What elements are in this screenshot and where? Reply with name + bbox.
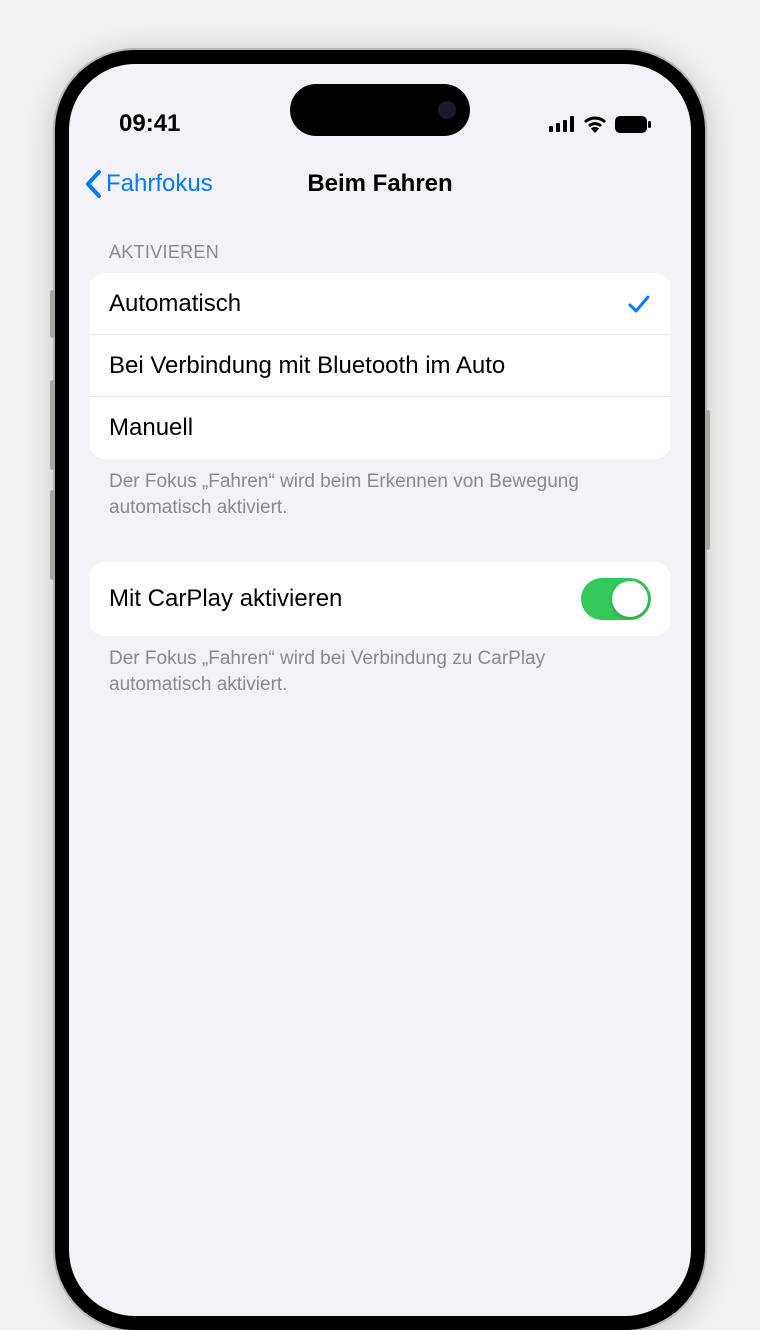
volume-down-button	[50, 490, 55, 580]
page-title: Beim Fahren	[307, 170, 452, 198]
spacer	[89, 520, 671, 562]
carplay-toggle[interactable]	[581, 578, 651, 620]
back-button[interactable]: Fahrfokus	[85, 170, 213, 198]
section-footer-carplay: Der Fokus „Fahren“ wird bei Verbindung z…	[89, 636, 671, 697]
option-label: Automatisch	[109, 290, 241, 318]
carplay-label: Mit CarPlay aktivieren	[109, 585, 342, 613]
back-label: Fahrfokus	[106, 170, 213, 198]
dynamic-island	[290, 84, 470, 136]
phone-frame: 09:41	[55, 50, 705, 1330]
side-button	[50, 290, 55, 338]
option-automatic[interactable]: Automatisch	[89, 273, 671, 335]
camera-icon	[438, 101, 456, 119]
option-bluetooth[interactable]: Bei Verbindung mit Bluetooth im Auto	[89, 335, 671, 397]
activate-options-group: Automatisch Bei Verbindung mit Bluetooth…	[89, 273, 671, 459]
battery-icon	[615, 116, 651, 133]
carplay-row[interactable]: Mit CarPlay aktivieren	[89, 562, 671, 636]
option-label: Bei Verbindung mit Bluetooth im Auto	[109, 352, 505, 380]
cellular-icon	[549, 116, 575, 132]
carplay-group: Mit CarPlay aktivieren	[89, 562, 671, 636]
status-icons	[549, 115, 651, 133]
toggle-knob	[612, 581, 648, 617]
content: Aktivieren Automatisch Bei Verbindung mi…	[69, 214, 691, 698]
nav-bar: Fahrfokus Beim Fahren	[69, 154, 691, 214]
wifi-icon	[583, 115, 607, 133]
option-label: Manuell	[109, 414, 193, 442]
volume-up-button	[50, 380, 55, 470]
chevron-left-icon	[85, 170, 102, 198]
screen: 09:41	[69, 64, 691, 1316]
power-button	[705, 410, 710, 550]
section-header-activate: Aktivieren	[89, 214, 671, 273]
option-manual[interactable]: Manuell	[89, 397, 671, 459]
checkmark-icon	[627, 292, 651, 316]
status-time: 09:41	[119, 110, 180, 138]
section-footer-activate: Der Fokus „Fahren“ wird beim Erkennen vo…	[89, 459, 671, 520]
